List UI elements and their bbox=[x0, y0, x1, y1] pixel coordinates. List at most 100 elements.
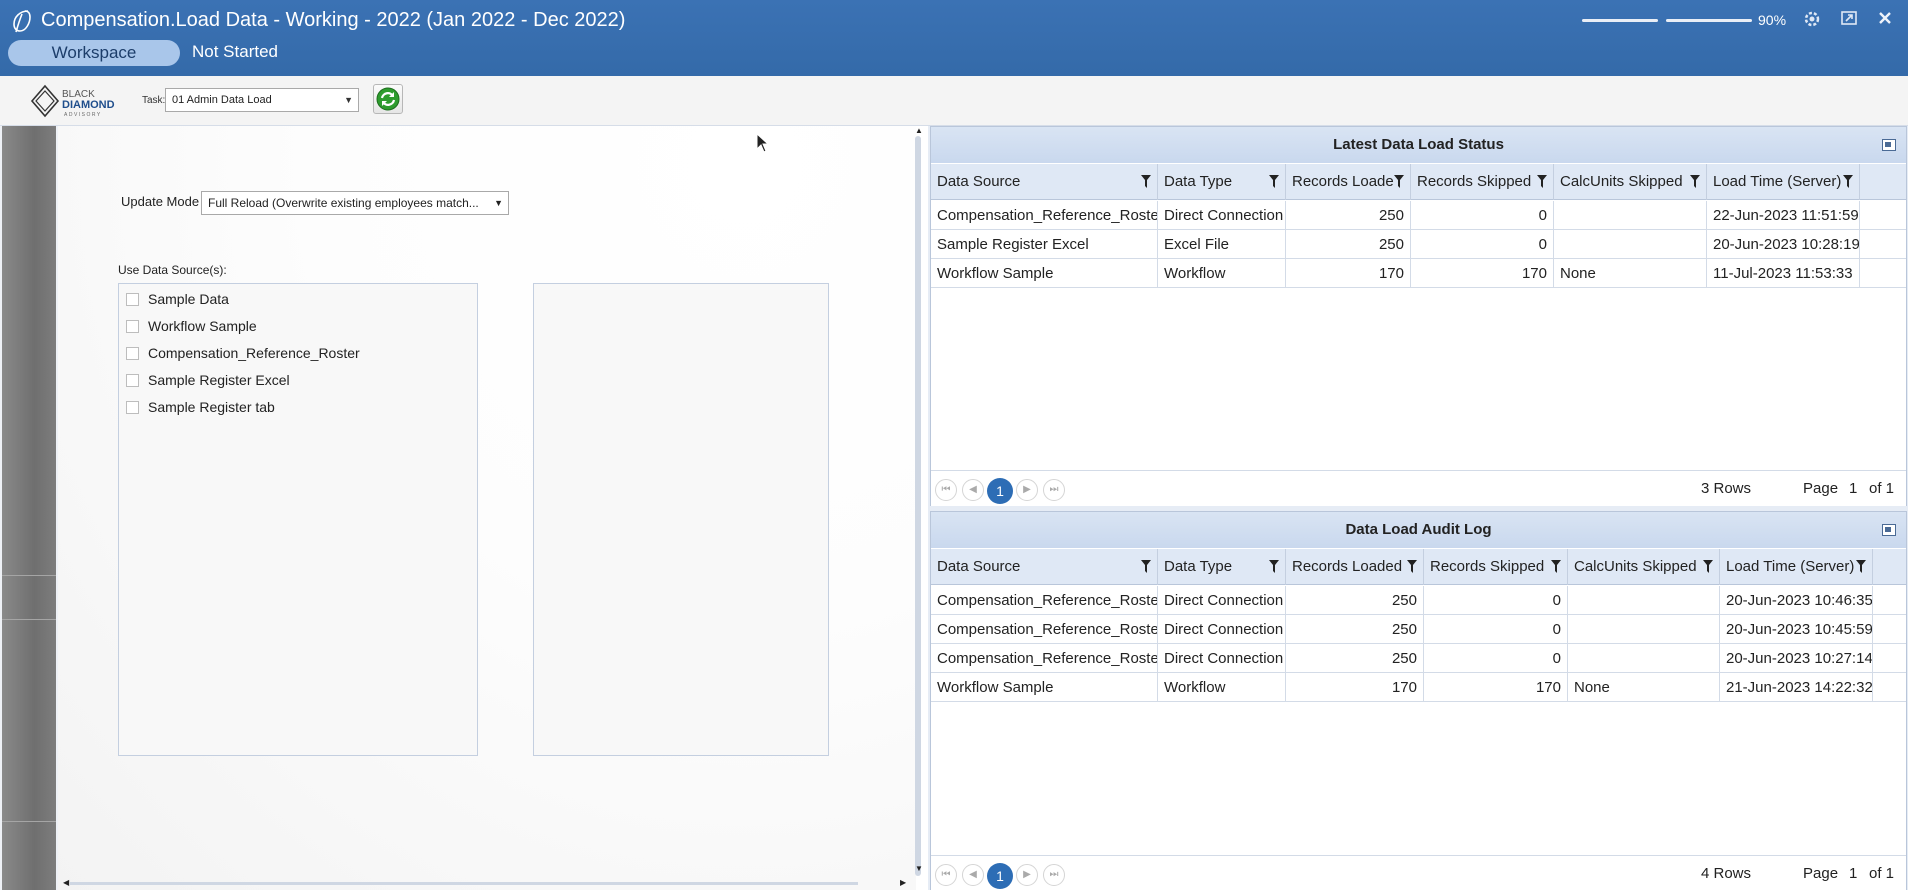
zoom-slider-track-left[interactable] bbox=[1582, 19, 1658, 22]
column-header[interactable]: Data Type bbox=[1158, 164, 1286, 200]
scroll-right-icon[interactable]: ▶ bbox=[900, 878, 906, 887]
popout-icon[interactable] bbox=[1838, 9, 1860, 31]
column-header[interactable]: Records Loaded bbox=[1286, 549, 1424, 585]
filter-icon[interactable] bbox=[1394, 175, 1404, 188]
column-header[interactable]: Records Loade bbox=[1286, 164, 1411, 200]
data-source-item[interactable]: Compensation_Reference_Roster bbox=[126, 343, 360, 363]
workflow-status: Not Started bbox=[192, 42, 278, 61]
table-row[interactable]: Workflow Sample Workflow 170 170 None 21… bbox=[931, 673, 1906, 702]
data-source-item[interactable]: Sample Register Excel bbox=[126, 370, 290, 390]
data-source-item[interactable]: Workflow Sample bbox=[126, 316, 257, 336]
load-form: Update Mode Full Reload (Overwrite exist… bbox=[58, 126, 923, 890]
column-header[interactable]: CalcUnits Skipped bbox=[1568, 549, 1720, 585]
chevron-down-icon: ▼ bbox=[344, 95, 353, 105]
task-label: Task: bbox=[142, 95, 166, 106]
page-label: Page bbox=[1803, 480, 1839, 497]
next-page-icon[interactable]: ▶ bbox=[1016, 864, 1038, 886]
nav-panel[interactable] bbox=[2, 126, 56, 890]
scroll-up-icon[interactable]: ▲ bbox=[915, 126, 923, 135]
scroll-down-icon[interactable]: ▼ bbox=[915, 864, 923, 873]
last-page-icon[interactable]: ⏭ bbox=[1043, 479, 1065, 501]
column-header[interactable]: Records Skipped bbox=[1424, 549, 1568, 585]
first-page-icon[interactable]: ⏮ bbox=[935, 864, 957, 886]
title-bar: Compensation.Load Data - Working - 2022 … bbox=[0, 0, 1908, 76]
filter-icon[interactable] bbox=[1407, 560, 1417, 573]
column-header[interactable]: Data Source bbox=[931, 164, 1158, 200]
table-row[interactable]: Workflow Sample Workflow 170 170 None 11… bbox=[931, 259, 1906, 288]
prev-page-icon[interactable]: ◀ bbox=[962, 479, 984, 501]
scroll-left-icon[interactable]: ◀ bbox=[63, 878, 69, 887]
update-mode-label: Update Mode bbox=[121, 194, 200, 209]
table-row[interactable]: Compensation_Reference_Roster Direct Con… bbox=[931, 644, 1906, 673]
checkbox[interactable] bbox=[126, 292, 139, 306]
panel-title: Data Load Audit Log bbox=[931, 512, 1906, 548]
current-page-button[interactable]: 1 bbox=[987, 863, 1013, 889]
black-diamond-logo: BLACK DIAMOND ADVISORY bbox=[30, 84, 115, 118]
popout-panel-icon[interactable] bbox=[1882, 524, 1896, 536]
toolbar: BLACK DIAMOND ADVISORY Task: 01 Admin Da… bbox=[0, 76, 1908, 126]
filter-icon[interactable] bbox=[1141, 560, 1151, 573]
zoom-slider-track-right[interactable] bbox=[1666, 19, 1752, 22]
pager: ⏮ ◀ 1 ▶ ⏭ 4 Rows Page 1 of 1 bbox=[931, 855, 1906, 891]
refresh-icon bbox=[376, 87, 400, 111]
grid-header: Data Source Data Type Records Loade Reco… bbox=[931, 164, 1906, 200]
column-header[interactable]: Data Source bbox=[931, 549, 1158, 585]
update-mode-value: Full Reload (Overwrite existing employee… bbox=[208, 196, 479, 210]
data-source-item[interactable]: Sample Register tab bbox=[126, 397, 275, 417]
latest-status-panel: Latest Data Load Status Data Source Data… bbox=[930, 126, 1907, 506]
nav-divider bbox=[2, 575, 56, 576]
table-row[interactable]: Compensation_Reference_Roster Direct Con… bbox=[931, 586, 1906, 615]
checkbox[interactable] bbox=[126, 319, 139, 333]
table-row[interactable]: Compensation_Reference_Roster Direct Con… bbox=[931, 615, 1906, 644]
column-header[interactable]: Load Time (Server) bbox=[1720, 549, 1873, 585]
next-page-icon[interactable]: ▶ bbox=[1016, 479, 1038, 501]
filter-icon[interactable] bbox=[1856, 560, 1866, 573]
filter-icon[interactable] bbox=[1537, 175, 1547, 188]
table-row[interactable]: Compensation_Reference_Roster Direct Con… bbox=[931, 201, 1906, 230]
checkbox[interactable] bbox=[126, 400, 139, 414]
filter-icon[interactable] bbox=[1141, 175, 1151, 188]
checkbox[interactable] bbox=[126, 346, 139, 360]
prev-page-icon[interactable]: ◀ bbox=[962, 864, 984, 886]
page-total: of 1 bbox=[1869, 480, 1895, 497]
update-mode-dropdown[interactable]: Full Reload (Overwrite existing employee… bbox=[201, 191, 509, 215]
filter-icon[interactable] bbox=[1690, 175, 1700, 188]
task-dropdown[interactable]: 01 Admin Data Load ▼ bbox=[165, 88, 359, 112]
column-header[interactable]: Load Time (Server) bbox=[1707, 164, 1860, 200]
chevron-down-icon: ▼ bbox=[492, 192, 503, 214]
use-data-sources-label: Use Data Source(s): bbox=[118, 263, 227, 277]
nav-divider bbox=[2, 619, 56, 620]
app-logo-icon bbox=[13, 10, 31, 33]
refresh-button[interactable] bbox=[373, 84, 403, 114]
row-count: 4 Rows bbox=[1701, 865, 1752, 882]
nav-divider bbox=[2, 821, 56, 822]
last-page-icon[interactable]: ⏭ bbox=[1043, 864, 1065, 886]
audit-log-panel: Data Load Audit Log Data Source Data Typ… bbox=[930, 511, 1907, 891]
filter-icon[interactable] bbox=[1269, 175, 1279, 188]
mouse-cursor-icon bbox=[756, 133, 770, 153]
popout-panel-icon[interactable] bbox=[1882, 139, 1896, 151]
close-icon[interactable] bbox=[1874, 9, 1896, 31]
settings-icon[interactable] bbox=[1801, 9, 1823, 31]
filter-icon[interactable] bbox=[1269, 560, 1279, 573]
left-nav-strip bbox=[0, 126, 58, 890]
horizontal-scrollbar[interactable] bbox=[70, 882, 858, 885]
column-header[interactable]: Records Skipped bbox=[1411, 164, 1554, 200]
current-page-button[interactable]: 1 bbox=[987, 478, 1013, 504]
task-dropdown-value: 01 Admin Data Load bbox=[172, 94, 272, 106]
page-label: Page bbox=[1803, 865, 1839, 882]
vertical-scrollbar[interactable] bbox=[915, 136, 921, 876]
data-source-item[interactable]: Sample Data bbox=[126, 289, 229, 309]
workspace-button[interactable]: Workspace bbox=[8, 40, 180, 66]
page-number: 1 bbox=[1849, 865, 1858, 882]
filter-icon[interactable] bbox=[1843, 175, 1853, 188]
checkbox[interactable] bbox=[126, 373, 139, 387]
table-row[interactable]: Sample Register Excel Excel File 250 0 2… bbox=[931, 230, 1906, 259]
filter-icon[interactable] bbox=[1551, 560, 1561, 573]
column-header[interactable]: CalcUnits Skipped bbox=[1554, 164, 1707, 200]
window-title: Compensation.Load Data - Working - 2022 … bbox=[41, 9, 626, 31]
pager: ⏮ ◀ 1 ▶ ⏭ 3 Rows Page 1 of 1 bbox=[931, 470, 1906, 506]
first-page-icon[interactable]: ⏮ bbox=[935, 479, 957, 501]
column-header[interactable]: Data Type bbox=[1158, 549, 1286, 585]
filter-icon[interactable] bbox=[1703, 560, 1713, 573]
